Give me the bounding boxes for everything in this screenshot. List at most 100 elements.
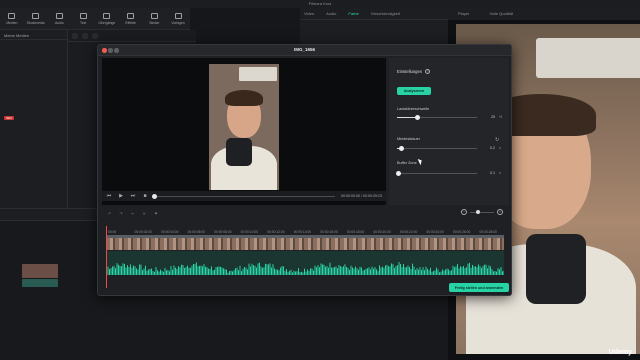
preview-timecode: 00:00:00:00 / 00:00:29:23 <box>341 194 382 198</box>
stop-icon[interactable]: ■ <box>142 193 148 199</box>
zoom-out-icon[interactable]: − <box>461 209 467 215</box>
sidebar-item[interactable] <box>0 100 67 112</box>
ruler-tick-label: 00:00:22:00 <box>399 230 418 234</box>
redo-icon[interactable]: ↷ <box>120 211 124 216</box>
buffer-zone-slider[interactable] <box>396 171 477 176</box>
ruler-tick-label: 00:00:08:00 <box>214 230 232 234</box>
microphone <box>226 138 252 166</box>
volume-threshold-unit: % <box>499 115 503 119</box>
toolbar-text-label: Text <box>80 21 87 25</box>
volume-threshold-slider[interactable] <box>397 115 477 120</box>
settings-heading: Einstellungen? <box>397 69 431 74</box>
tab-video[interactable]: Video <box>304 11 314 16</box>
silence-detection-dialog: IMG_1656 ⏮ ▶ ⏭ ■ 00:00:00:00 / 00:00:29:… <box>97 44 512 296</box>
sticker-icon <box>150 13 158 19</box>
tab-speed[interactable]: Geschwindigkeit <box>371 11 400 16</box>
media-library-toolbar <box>68 30 196 42</box>
media-search[interactable] <box>92 32 98 39</box>
sidebar-item-new[interactable]: NEU <box>0 112 67 124</box>
sidebar-item[interactable] <box>0 76 67 88</box>
volume-threshold-value[interactable]: 25 <box>481 115 495 119</box>
min-duration-value[interactable]: 0.2 <box>481 146 495 150</box>
toolbar-effects-label: Effekte <box>125 21 136 25</box>
ruler-tick-label: 00:00 <box>108 230 117 234</box>
toolbar-transitions-label: Übergänge <box>98 21 116 25</box>
ruler-tick-label: 00:00:18:00 <box>346 230 365 234</box>
preview-controls: ⏮ ▶ ⏭ ■ 00:00:00:00 / 00:00:29:23 <box>102 191 386 201</box>
ruler-tick-label: 00:00:02:00 <box>134 230 152 234</box>
zoom-slider-thumb[interactable] <box>476 210 480 214</box>
tab-audio[interactable]: Audio <box>326 11 336 16</box>
air-conditioner <box>536 38 640 78</box>
delete-icon[interactable]: ✕ <box>143 211 147 216</box>
template-icon <box>174 13 182 19</box>
media-filter[interactable] <box>72 32 78 39</box>
video-thumbnail-track[interactable] <box>106 238 504 250</box>
next-frame-icon[interactable]: ⏭ <box>130 193 136 199</box>
ruler-tick-label: 00:00:26:00 <box>452 230 471 234</box>
slider-thumb[interactable] <box>396 171 402 176</box>
stock-icon <box>32 13 40 19</box>
media-sidebar-header[interactable]: Meine Medien <box>0 30 67 40</box>
zoom-slider[interactable] <box>470 210 494 214</box>
ruler-tick-label: 00:00:28:00 <box>479 230 497 234</box>
audio-icon <box>55 13 63 19</box>
toolbar-text[interactable]: Text <box>71 8 95 30</box>
timeline-video-clip[interactable] <box>22 264 58 278</box>
udemy-watermark: Udemy <box>608 349 632 356</box>
min-duration-unit: s <box>499 146 501 150</box>
sidebar-item[interactable] <box>0 64 67 76</box>
scrubber-handle[interactable] <box>152 193 157 199</box>
air-conditioner <box>239 67 277 81</box>
player-header: Player Volle Qualität <box>448 8 640 20</box>
audio-waveform[interactable] <box>106 251 504 275</box>
app-titlebar: Filmora Kurs <box>0 0 640 8</box>
analyze-button[interactable]: Analysieren <box>397 87 431 95</box>
finish-and-apply-button[interactable]: Fertig stellen und anwenden <box>449 283 509 292</box>
tab-color[interactable]: Farbe <box>348 11 358 16</box>
toolbar-stock[interactable]: Stockmedia <box>24 8 48 30</box>
toolbar-effects[interactable]: Effekte <box>119 8 143 30</box>
timeline-audio-clip[interactable] <box>22 279 58 287</box>
ruler-tick-label: 00:00:06:00 <box>187 230 206 234</box>
play-icon[interactable]: ▶ <box>118 193 124 199</box>
previous-frame-icon[interactable]: ⏮ <box>106 193 112 199</box>
text-icon <box>79 13 87 19</box>
sidebar-item[interactable] <box>0 88 67 100</box>
dialog-preview <box>102 58 386 205</box>
ruler-tick-label: 00:00:16:00 <box>320 230 338 234</box>
ruler-tick-label: 00:00:04:00 <box>161 230 179 234</box>
volume-threshold-label: Lautstärkeschwelle <box>397 107 430 111</box>
media-sidebar: Meine Medien NEU <box>0 30 68 208</box>
slider-thumb[interactable] <box>414 115 420 120</box>
buffer-zone-value[interactable]: 0.1 <box>481 171 495 175</box>
playhead[interactable] <box>106 226 107 288</box>
transition-icon <box>103 13 111 19</box>
help-icon[interactable]: ? <box>425 69 431 74</box>
sidebar-item[interactable] <box>0 40 67 52</box>
toolbar-media[interactable]: Medien <box>0 8 24 30</box>
reset-icon[interactable]: ↻ <box>495 137 499 143</box>
toolbar-audio[interactable]: Audio <box>48 8 72 30</box>
undo-icon[interactable]: ↶ <box>108 211 112 216</box>
media-sort[interactable] <box>82 32 88 39</box>
marker-icon[interactable]: ⚑ <box>154 211 158 216</box>
toolbar-audio-label: Audio <box>55 21 64 25</box>
toolbar-templates[interactable]: Vorlagen <box>166 8 190 30</box>
toolbar-transitions[interactable]: Übergänge <box>95 8 119 30</box>
toolbar-sticker-label: Sticker <box>149 21 160 25</box>
media-toolbar: Medien Stockmedia Audio Text Übergänge E… <box>0 8 190 30</box>
split-icon[interactable]: ✂ <box>131 211 135 216</box>
min-duration-slider[interactable] <box>397 146 477 151</box>
preview-scrubber[interactable] <box>152 193 336 199</box>
presenter-hair <box>225 90 263 106</box>
quality-select[interactable]: Volle Qualität <box>489 11 513 17</box>
toolbar-sticker[interactable]: Sticker <box>143 8 167 30</box>
sidebar-item[interactable] <box>0 52 67 64</box>
settings-title: Einstellungen <box>397 69 423 74</box>
toolbar-media-label: Medien <box>6 21 18 25</box>
slider-thumb[interactable] <box>398 146 404 151</box>
toolbar-templates-label: Vorlagen <box>171 21 185 25</box>
zoom-in-icon[interactable]: + <box>497 209 503 215</box>
ruler-tick-label: 00:00:12:00 <box>267 230 285 234</box>
